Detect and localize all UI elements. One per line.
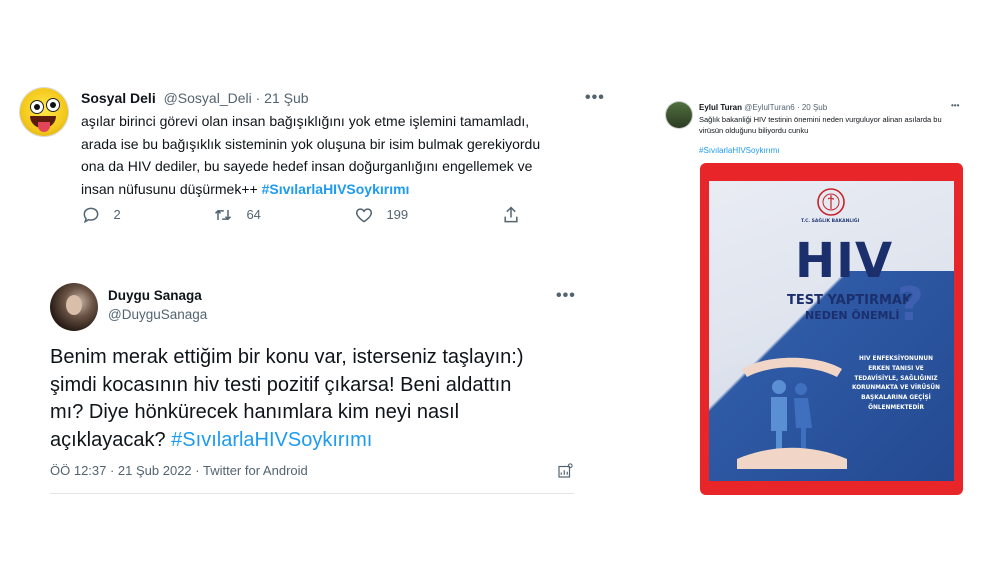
poster-body-line: HIV ENFEKSİYONUNUN xyxy=(859,356,933,362)
share-icon xyxy=(504,206,518,223)
retweet-count: 64 xyxy=(246,207,261,223)
avatar[interactable] xyxy=(20,88,68,136)
tweet3-line: Sağlık bakanliği HIV testinin önemini ne… xyxy=(699,115,942,124)
tweet1-line: aşılar birinci görevi olan insan bağışık… xyxy=(81,113,530,129)
avatar-eye-left xyxy=(30,100,44,114)
reply-count: 2 xyxy=(113,207,121,223)
hashtag-link[interactable]: #SıvılarlaHIVSoykırımı xyxy=(699,146,779,155)
tweet2-line: şimdi kocasının hiv testi pozitif çıkars… xyxy=(50,373,512,396)
tweet1-line: insan nüfusunu düşürmek++ #SıvılarlaHIVS… xyxy=(81,178,601,201)
like-count: 199 xyxy=(386,207,409,223)
avatar-tongue xyxy=(38,122,50,132)
analytics-icon[interactable] xyxy=(556,462,574,485)
tweet2-line: mı? Diye hönkürecek hanımlara kim neyi n… xyxy=(50,401,460,423)
poster-body-line: TEDAVİSİYLE, SAĞLIĞINIZ xyxy=(854,375,938,382)
divider xyxy=(50,493,574,494)
more-options-icon[interactable]: ••• xyxy=(951,101,959,110)
tweet3-header: Eylul Turan @EylulTuran6 · 20 Şub xyxy=(699,103,827,112)
poster-body-line: ERKEN TANISI VE xyxy=(868,365,924,372)
hiv-poster: T.C. SAĞLIK BAKANLIĞI HIV TEST YAPTIRMAK… xyxy=(709,181,954,481)
tweet-meta[interactable]: ÖÖ 12:37 · 21 Şub 2022 · Twitter for And… xyxy=(50,463,308,478)
share-button[interactable] xyxy=(501,205,521,230)
poster-body-line: BAŞKALARINA GEÇİŞİ xyxy=(861,395,931,402)
display-name[interactable]: Sosyal Deli xyxy=(81,90,156,106)
display-name[interactable]: Eylul Turan xyxy=(699,103,742,112)
question-mark-icon: ? xyxy=(897,277,924,331)
tweet2-line: açıklayacak? #SıvılarlaHIVSoykırımı xyxy=(50,427,570,455)
tweet3-line: virüsün olduğunu biliyordu cunku xyxy=(699,126,809,135)
like-button[interactable]: 199 xyxy=(354,205,408,225)
tweet1-line: ona da HIV dediler, bu sayede hedef insa… xyxy=(81,158,533,174)
tweet2-text: Benim merak ettiğim bir konu var, isters… xyxy=(50,344,570,454)
reply-button[interactable]: 2 xyxy=(81,205,121,225)
tweet1-header: Sosyal Deli @Sosyal_Deli · 21 Şub xyxy=(81,90,309,106)
handle-time[interactable]: @Sosyal_Deli · 21 Şub xyxy=(164,90,309,106)
more-options-icon[interactable]: ••• xyxy=(585,89,605,107)
hashtag-link[interactable]: #SıvılarlaHIVSoykırımı xyxy=(262,181,410,197)
retweet-button[interactable]: 64 xyxy=(212,205,261,225)
people-silhouette-icon xyxy=(737,357,847,469)
poster-subtitle: NEDEN ÖNEMLİ xyxy=(805,309,900,322)
tweet1-line-text: insan nüfusunu düşürmek++ xyxy=(81,180,262,197)
analytics-glyph xyxy=(558,463,573,478)
avatar[interactable] xyxy=(50,283,98,331)
tweet3-text: Sağlık bakanliği HIV testinin önemini ne… xyxy=(699,114,959,136)
handle-time[interactable]: @EylulTuran6 · 20 Şub xyxy=(744,103,827,112)
handle[interactable]: @DuyguSanaga xyxy=(108,307,207,322)
tweet1-line: arada ise bu bağışıklık sisteminin yok o… xyxy=(81,135,541,152)
avatar-eye-right xyxy=(46,98,60,112)
poster-title: HIV xyxy=(795,233,894,289)
reply-icon xyxy=(83,207,99,224)
tweet1-text: aşılar birinci görevi olan insan bağışık… xyxy=(81,110,601,200)
ministry-name: T.C. SAĞLIK BAKANLIĞI xyxy=(801,219,860,224)
poster-body-line: ÖNLENMEKTEDİR xyxy=(868,404,924,411)
tweet1-actions: 2 64 199 xyxy=(81,205,521,227)
tweet2-line: Benim merak ettiğim bir konu var, isters… xyxy=(50,346,524,368)
retweet-icon xyxy=(214,209,232,221)
tweet-image[interactable]: T.C. SAĞLIK BAKANLIĞI HIV TEST YAPTIRMAK… xyxy=(700,163,963,495)
poster-body-line: KORUNMAKTA VE VİRÜSÜN xyxy=(852,385,940,392)
avatar[interactable] xyxy=(666,102,692,128)
display-name[interactable]: Duygu Sanaga xyxy=(108,288,202,303)
avatar-face xyxy=(66,295,82,315)
poster-body: HIV ENFEKSİYONUNUN ERKEN TANISI VE TEDAV… xyxy=(841,355,951,414)
hashtag-link[interactable]: #SıvılarlaHIVSoykırımı xyxy=(171,429,372,451)
poster-subtitle: TEST YAPTIRMAK xyxy=(787,293,913,308)
heart-icon xyxy=(355,208,373,223)
ministry-logo-icon xyxy=(817,188,845,216)
more-options-icon[interactable]: ••• xyxy=(556,287,576,305)
tweet2-line-text: açıklayacak? xyxy=(50,428,172,451)
